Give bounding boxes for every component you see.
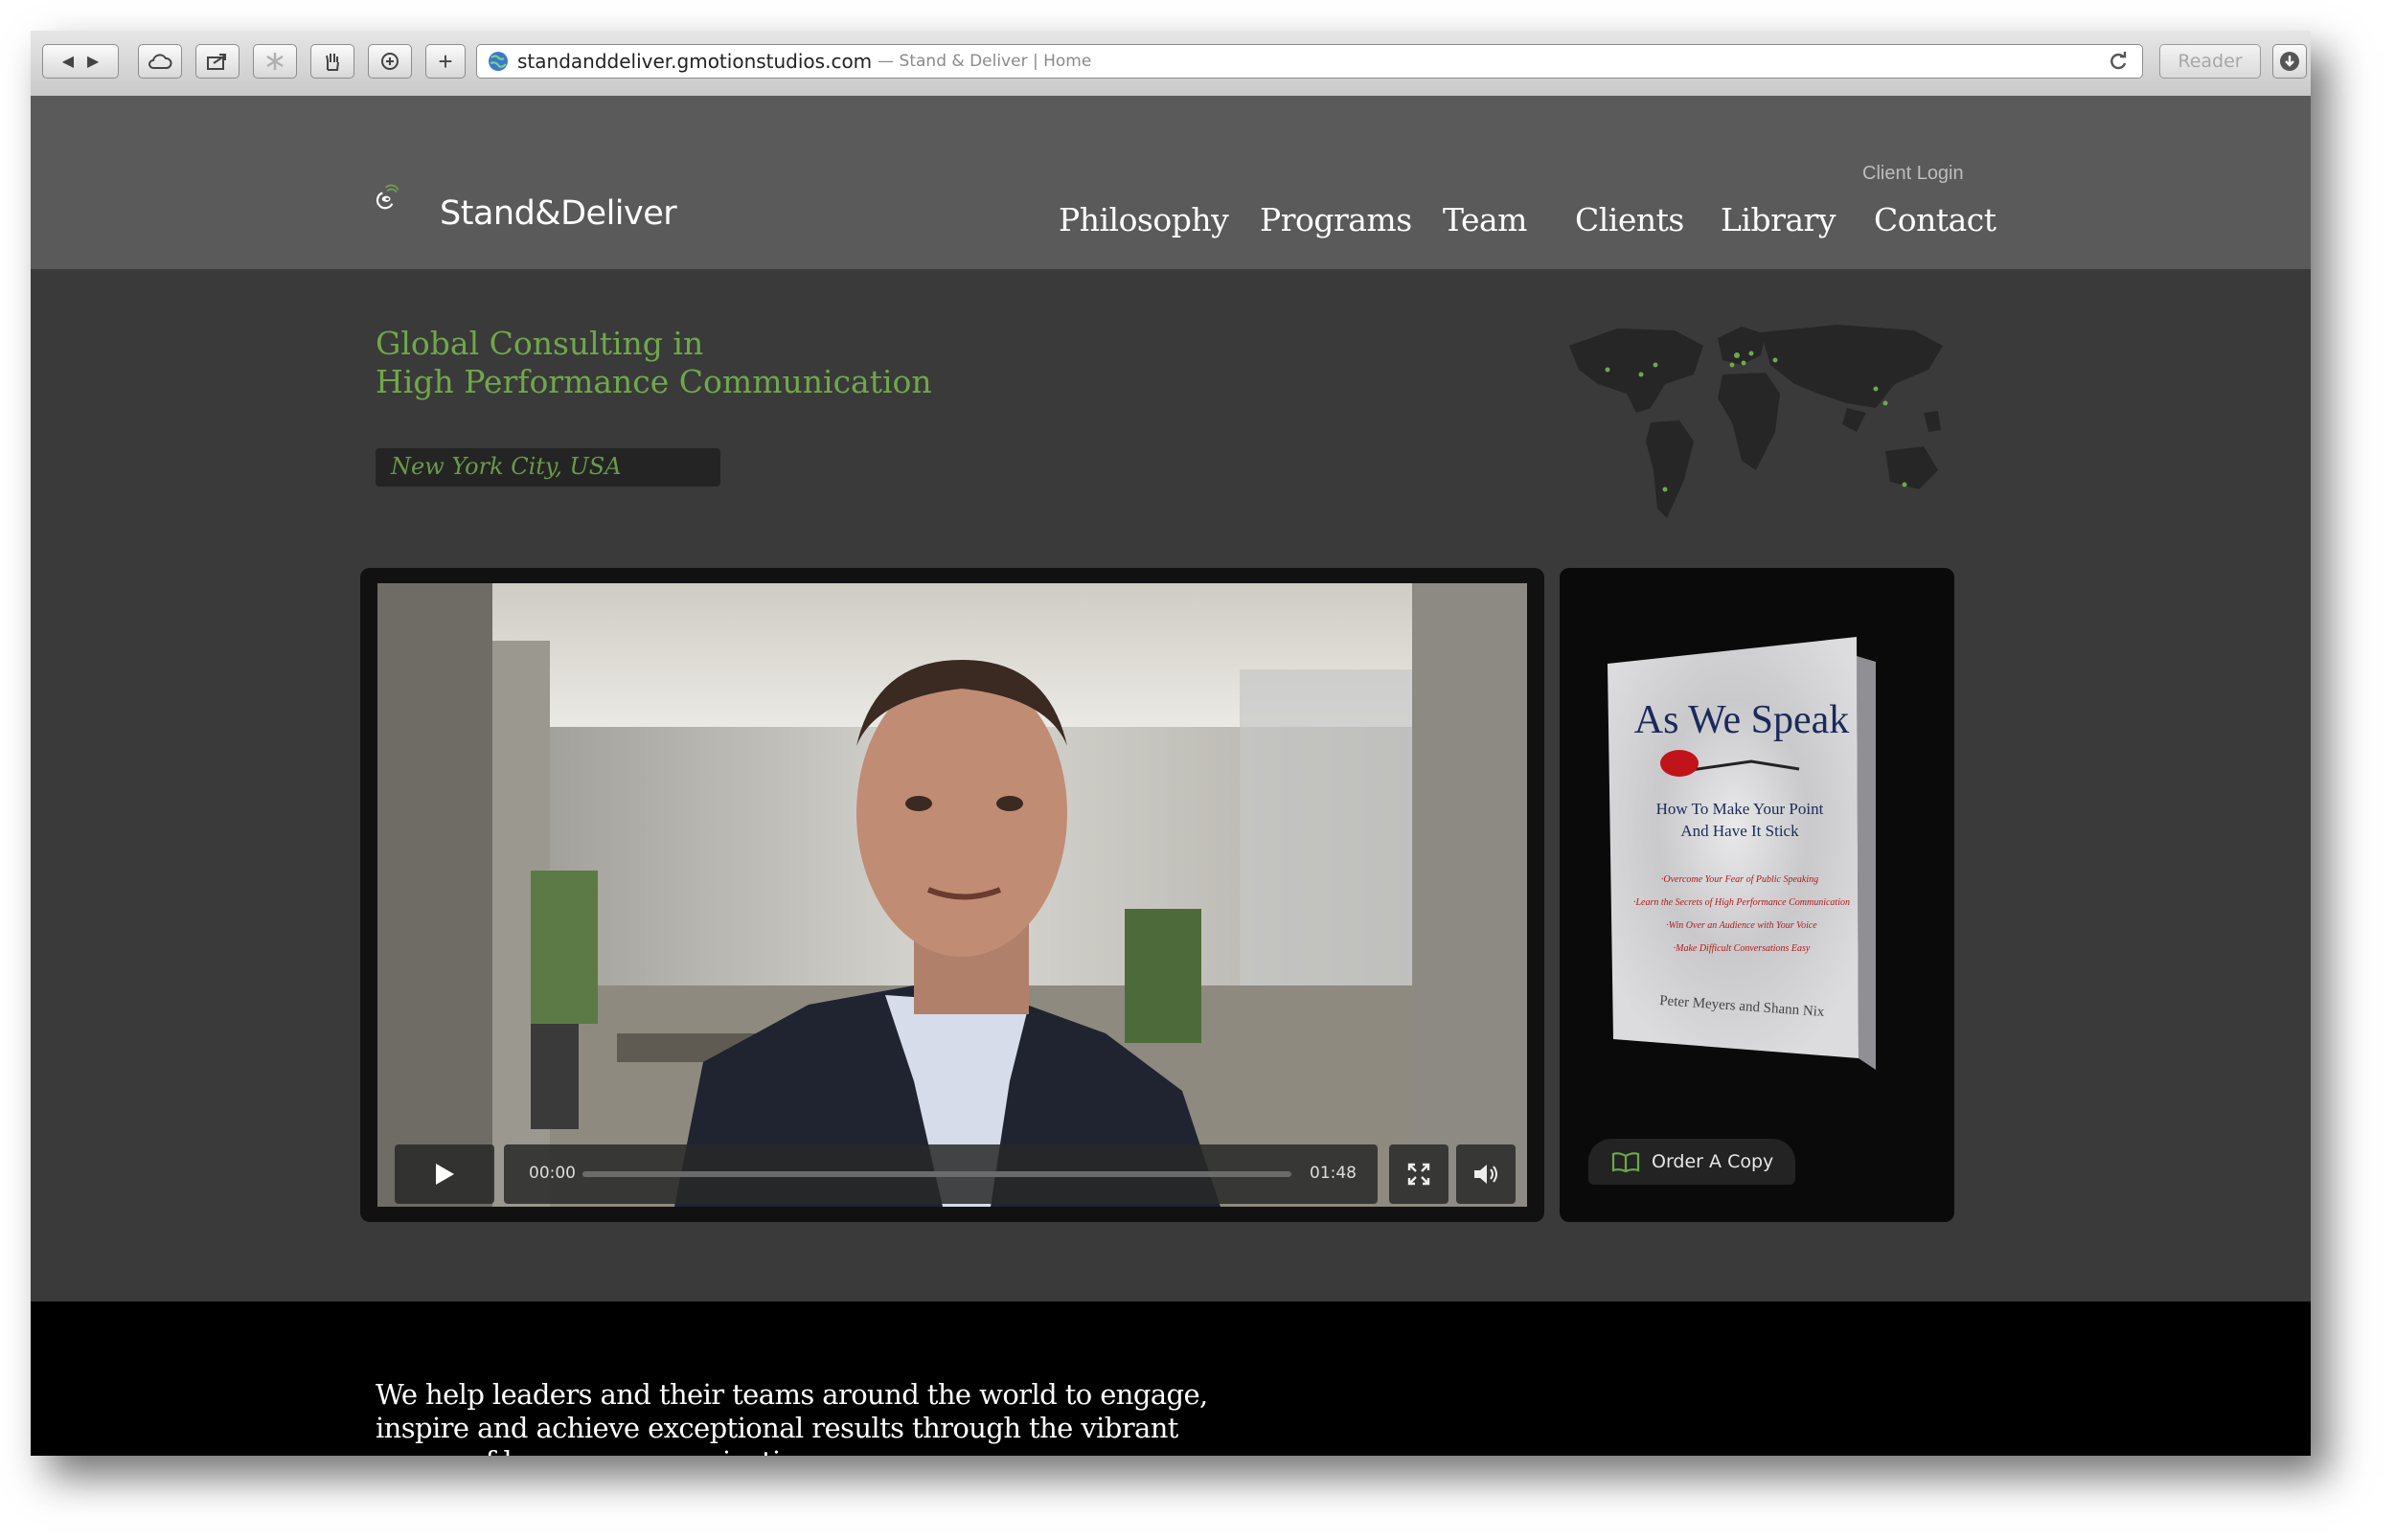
icloud-button[interactable] xyxy=(138,44,182,79)
mission-line-1: We help leaders and their teams around t… xyxy=(376,1378,1208,1411)
play-icon xyxy=(436,1164,454,1185)
forward-icon[interactable]: ▶ xyxy=(87,52,99,71)
site-header: Stand&Deliver Client Login Philosophy Pr… xyxy=(31,96,2311,269)
progress-track[interactable] xyxy=(582,1171,1291,1177)
share-button[interactable] xyxy=(195,44,240,79)
world-map xyxy=(1569,325,1943,518)
page-title: — Stand & Deliver | Home xyxy=(878,52,1092,71)
video-scrubber[interactable]: 00:00 01:48 xyxy=(504,1144,1378,1204)
book-subtitle-2: And Have It Stick xyxy=(1680,822,1799,840)
url-host: standanddeliver.gmotionstudios.com xyxy=(517,50,873,73)
nav-clients[interactable]: Clients xyxy=(1575,201,1684,238)
extension-button[interactable] xyxy=(310,44,354,79)
globe-icon xyxy=(489,52,508,71)
back-icon[interactable]: ◀ xyxy=(62,52,74,71)
mission-line-3: power of human communication. xyxy=(376,1445,1238,1456)
hero-section: Global Consulting in High Performance Co… xyxy=(31,269,2311,1302)
new-tab-button[interactable]: + xyxy=(425,44,466,79)
nav-team[interactable]: Team xyxy=(1443,201,1527,238)
book-bullet: ·Learn the Secrets of High Performance C… xyxy=(1633,897,1850,908)
browser-toolbar: ◀ ▶ + standanddeliver.gmotionstudios.com… xyxy=(31,31,2311,97)
tagline-line-1: Global Consulting in xyxy=(376,325,704,362)
book-subtitle-1: How To Make Your Point xyxy=(1656,800,1824,818)
book-bullet: ·Overcome Your Fear of Public Speaking xyxy=(1661,874,1818,885)
client-login-link[interactable]: Client Login xyxy=(1862,163,1964,185)
video-frame-image[interactable]: 00:00 01:48 xyxy=(377,583,1527,1207)
open-book-icon xyxy=(1611,1152,1640,1173)
download-icon xyxy=(2280,52,2299,71)
mission-line-2: inspire and achieve exceptional results … xyxy=(376,1412,1178,1444)
cloud-icon xyxy=(148,54,172,69)
asterisk-icon xyxy=(266,53,284,70)
play-button[interactable] xyxy=(395,1144,494,1204)
downloads-button[interactable] xyxy=(2272,44,2307,79)
video-player[interactable]: 00:00 01:48 xyxy=(360,568,1544,1222)
plus-icon: + xyxy=(438,47,453,76)
share-icon xyxy=(207,54,226,70)
order-copy-label: Order A Copy xyxy=(1652,1151,1774,1172)
book-panel: As We Speak How To Make Your Point And H… xyxy=(1560,568,1954,1222)
reader-button[interactable]: Reader xyxy=(2159,44,2261,79)
hand-icon xyxy=(326,54,339,71)
book-title: As We Speak xyxy=(1634,698,1849,742)
time-total: 01:48 xyxy=(1310,1164,1357,1183)
reload-icon[interactable] xyxy=(2108,51,2129,72)
nav-programs[interactable]: Programs xyxy=(1260,201,1412,238)
location-text: New York City, USA xyxy=(391,453,622,480)
nav-library[interactable]: Library xyxy=(1721,201,1836,238)
back-forward-buttons[interactable]: ◀ ▶ xyxy=(42,44,119,79)
mission-section: We help leaders and their teams around t… xyxy=(31,1302,2311,1456)
evernote-icon xyxy=(381,53,399,70)
browser-window: ◀ ▶ + standanddeliver.gmotionstudios.com… xyxy=(31,31,2311,1456)
time-current: 00:00 xyxy=(529,1164,576,1183)
speaker-icon xyxy=(1474,1165,1497,1184)
nav-contact[interactable]: Contact xyxy=(1874,201,1996,238)
volume-button[interactable] xyxy=(1456,1144,1516,1204)
book-bullet: ·Make Difficult Conversations Easy xyxy=(1674,943,1811,954)
tagline: Global Consulting in High Performance Co… xyxy=(376,325,932,401)
order-copy-button[interactable]: Order A Copy xyxy=(1588,1139,1795,1185)
extension-button-2[interactable] xyxy=(368,44,412,79)
nav-philosophy[interactable]: Philosophy xyxy=(1059,201,1229,238)
fullscreen-button[interactable] xyxy=(1389,1144,1448,1204)
topsites-button[interactable] xyxy=(253,44,297,79)
location-box: New York City, USA xyxy=(376,448,720,487)
tagline-line-2: High Performance Communication xyxy=(376,363,932,400)
mission-statement: We help leaders and their teams around t… xyxy=(376,1378,1238,1456)
book-bullet: ·Win Over an Audience with Your Voice xyxy=(1666,920,1817,931)
video-still xyxy=(377,583,1527,1207)
address-bar[interactable]: standanddeliver.gmotionstudios.com — Sta… xyxy=(476,44,2143,79)
book-cover[interactable]: As We Speak How To Make Your Point And H… xyxy=(1608,637,1895,1077)
logo-text[interactable]: Stand&Deliver xyxy=(440,194,677,233)
fullscreen-icon xyxy=(1407,1163,1430,1186)
